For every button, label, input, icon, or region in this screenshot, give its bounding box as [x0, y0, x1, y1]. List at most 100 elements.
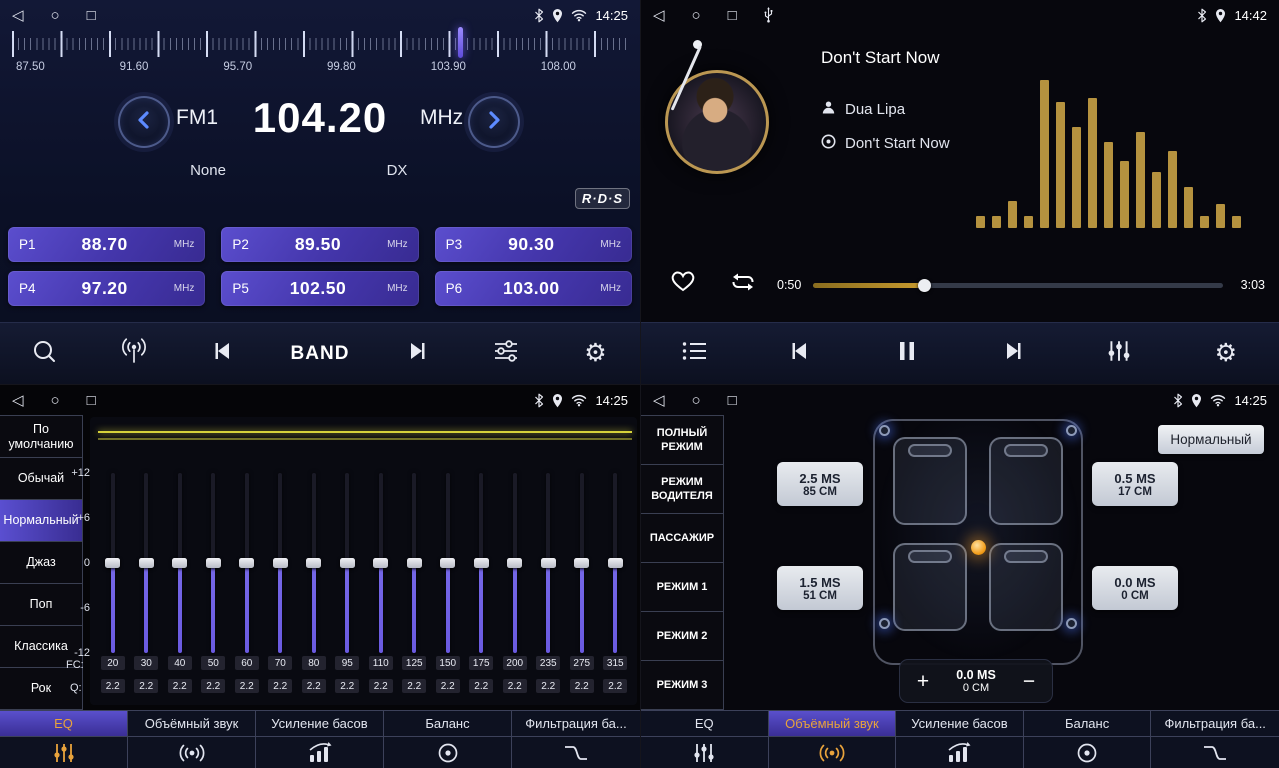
eq-slider-handle[interactable]: [340, 558, 355, 568]
eq-band-slider[interactable]: [498, 473, 532, 653]
eq-band-slider[interactable]: [197, 473, 231, 653]
surround-mode-item[interactable]: РЕЖИМ 2: [641, 612, 723, 661]
back-icon[interactable]: ◁: [653, 8, 665, 23]
favorite-button[interactable]: [669, 268, 697, 298]
broadcast-button[interactable]: [113, 338, 155, 369]
sound-profile-button[interactable]: Нормальный: [1158, 425, 1264, 454]
repeat-button[interactable]: [729, 271, 757, 298]
eq-band-slider[interactable]: [465, 473, 499, 653]
previous-track-button[interactable]: [779, 339, 821, 368]
eq-band-slider[interactable]: [297, 473, 331, 653]
tab-eq[interactable]: EQ: [641, 711, 769, 768]
pause-button[interactable]: [886, 339, 928, 368]
seek-handle[interactable]: [918, 279, 931, 292]
preset-button-p5[interactable]: P5102.50MHz: [221, 271, 418, 306]
delay-rear-left-button[interactable]: 1.5 MS 51 CM: [777, 566, 863, 610]
delay-decrease-button[interactable]: −: [1018, 671, 1040, 692]
tab-surround-sound[interactable]: Объёмный звук: [128, 711, 256, 768]
eq-band-slider[interactable]: [532, 473, 566, 653]
tab-filter[interactable]: Фильтрация ба...: [512, 711, 640, 768]
eq-slider-handle[interactable]: [373, 558, 388, 568]
eq-band-slider[interactable]: [163, 473, 197, 653]
eq-band-slider[interactable]: [364, 473, 398, 653]
tab-balance[interactable]: Баланс: [384, 711, 512, 768]
eq-slider-handle[interactable]: [105, 558, 120, 568]
next-track-button[interactable]: [992, 339, 1034, 368]
eq-slider-handle[interactable]: [608, 558, 623, 568]
mixer-button[interactable]: [1098, 339, 1140, 368]
recents-icon[interactable]: □: [87, 393, 96, 408]
eq-slider-handle[interactable]: [306, 558, 321, 568]
tab-eq[interactable]: EQ: [0, 711, 128, 768]
eq-band-slider[interactable]: [230, 473, 264, 653]
back-icon[interactable]: ◁: [653, 393, 665, 408]
home-icon[interactable]: ○: [692, 393, 701, 408]
delay-rear-right-button[interactable]: 0.0 MS 0 CM: [1092, 566, 1178, 610]
tab-balance[interactable]: Баланс: [1024, 711, 1152, 768]
preset-button-p3[interactable]: P390.30MHz: [435, 227, 632, 262]
settings-button[interactable]: ⚙: [1205, 341, 1247, 366]
eq-band-slider[interactable]: [96, 473, 130, 653]
eq-band-slider[interactable]: [398, 473, 432, 653]
eq-slider-handle[interactable]: [239, 558, 254, 568]
delay-ms-value: 2.5 MS: [799, 471, 840, 486]
surround-mode-item[interactable]: РЕЖИМ 1: [641, 563, 723, 612]
tab-surround-sound[interactable]: Объёмный звук: [769, 711, 897, 768]
preset-button-p6[interactable]: P6103.00MHz: [435, 271, 632, 306]
eq-band-slider[interactable]: [264, 473, 298, 653]
seek-bar[interactable]: [813, 283, 1223, 288]
recents-icon[interactable]: □: [728, 8, 737, 23]
eq-slider-handle[interactable]: [407, 558, 422, 568]
tab-bass-boost[interactable]: Усиление басов: [256, 711, 384, 768]
recents-icon[interactable]: □: [87, 8, 96, 23]
recents-icon[interactable]: □: [728, 393, 737, 408]
tab-bass-boost[interactable]: Усиление басов: [896, 711, 1024, 768]
delay-front-right-button[interactable]: 0.5 MS 17 CM: [1092, 462, 1178, 506]
back-icon[interactable]: ◁: [12, 8, 24, 23]
frequency-scale[interactable]: [12, 31, 628, 57]
next-station-button[interactable]: [396, 339, 438, 368]
tune-up-button[interactable]: [468, 96, 520, 148]
eq-slider-handle[interactable]: [139, 558, 154, 568]
eq-slider-handle[interactable]: [507, 558, 522, 568]
home-icon[interactable]: ○: [692, 8, 701, 23]
preset-button-p2[interactable]: P289.50MHz: [221, 227, 418, 262]
previous-station-button[interactable]: [202, 339, 244, 368]
tune-settings-button[interactable]: [485, 339, 527, 368]
surround-mode-item[interactable]: ПАССАЖИР: [641, 514, 723, 563]
preset-button-p1[interactable]: P188.70MHz: [8, 227, 205, 262]
eq-band-slider[interactable]: [565, 473, 599, 653]
preset-button-p4[interactable]: P497.20MHz: [8, 271, 205, 306]
eq-slider-handle[interactable]: [206, 558, 221, 568]
eq-band-slider[interactable]: [599, 473, 633, 653]
eq-slider-handle[interactable]: [440, 558, 455, 568]
eq-slider-handle[interactable]: [273, 558, 288, 568]
band-button[interactable]: BAND: [291, 343, 350, 365]
home-icon[interactable]: ○: [51, 393, 60, 408]
delay-front-left-button[interactable]: 2.5 MS 85 CM: [777, 462, 863, 506]
eq-preset-item[interactable]: По умолчанию: [0, 416, 82, 458]
eq-slider-handle[interactable]: [172, 558, 187, 568]
scan-button[interactable]: [24, 338, 66, 370]
eq-slider-handle[interactable]: [474, 558, 489, 568]
home-icon[interactable]: ○: [51, 8, 60, 23]
eq-band-slider[interactable]: [331, 473, 365, 653]
spectrum-bar: [1056, 102, 1065, 228]
surround-mode-item[interactable]: ПОЛНЫЙ РЕЖИМ: [641, 416, 723, 465]
tune-down-button[interactable]: [118, 96, 170, 148]
tab-label: Объёмный звук: [769, 711, 896, 737]
eq-slider-handle[interactable]: [541, 558, 556, 568]
eq-band-slider[interactable]: [130, 473, 164, 653]
tab-filter[interactable]: Фильтрация ба...: [1151, 711, 1279, 768]
surround-mode-item[interactable]: РЕЖИМ ВОДИТЕЛЯ: [641, 465, 723, 514]
settings-button[interactable]: ⚙: [574, 341, 616, 366]
eq-q-value: 2.2: [603, 679, 627, 693]
eq-slider-handle[interactable]: [574, 558, 589, 568]
playlist-button[interactable]: [673, 340, 715, 367]
listener-position-dot[interactable]: [971, 540, 986, 555]
back-icon[interactable]: ◁: [12, 393, 24, 408]
spectrum-bar: [1120, 161, 1129, 228]
surround-mode-item[interactable]: РЕЖИМ 3: [641, 661, 723, 710]
eq-band-slider[interactable]: [431, 473, 465, 653]
delay-increase-button[interactable]: +: [912, 671, 934, 692]
